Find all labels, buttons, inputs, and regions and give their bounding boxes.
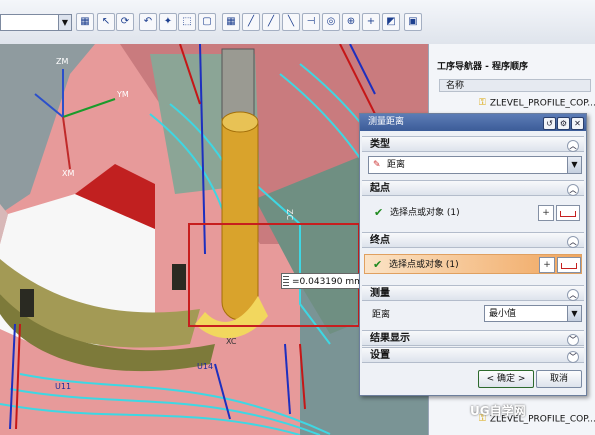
section-type[interactable]: 类型 ︿ xyxy=(362,136,584,152)
label-xc: XC xyxy=(226,337,237,346)
cancel-button[interactable]: 取消 xyxy=(536,370,582,388)
line-icon[interactable]: ╲ xyxy=(282,13,300,31)
type-select[interactable]: ✎ 距离 ▼ xyxy=(368,156,582,174)
rotate-icon[interactable]: ⟳ xyxy=(116,13,134,31)
close-icon[interactable]: ✕ xyxy=(571,117,584,130)
chevron-up-icon[interactable]: ︿ xyxy=(567,289,579,301)
end-point-selector[interactable]: ✔ 选择点或对象 (1) + xyxy=(364,254,582,274)
key-icon: ⚿ xyxy=(479,98,486,108)
watermark: UG自学网 xyxy=(470,404,526,418)
selection-filter-combo[interactable]: ▼ xyxy=(0,14,72,31)
reset-icon[interactable]: ↺ xyxy=(543,117,556,130)
label-ym: YM xyxy=(116,90,129,99)
section-result-display[interactable]: 结果显示 ﹀ xyxy=(362,330,584,346)
list-item[interactable]: ⚿ ZLEVEL_PROFILE_COP... xyxy=(479,98,595,109)
check-icon: ✔ xyxy=(373,258,383,271)
window-icon[interactable]: ▦ xyxy=(76,13,94,31)
chevron-down-icon[interactable]: ﹀ xyxy=(567,351,579,363)
chevron-up-icon[interactable]: ︿ xyxy=(567,184,579,196)
plus-icon[interactable]: + xyxy=(362,13,380,31)
measurement-value: =0.043190 mm xyxy=(292,277,363,287)
point-type-button[interactable] xyxy=(557,257,581,273)
chevron-up-icon[interactable]: ︿ xyxy=(567,236,579,248)
circle-icon[interactable]: ◎ xyxy=(322,13,340,31)
start-point-selector[interactable]: ✔ 选择点或对象 (1) + xyxy=(366,203,580,223)
distance-label: 距离 xyxy=(372,310,391,320)
cursor-icon[interactable]: ↖ xyxy=(97,13,115,31)
section-end[interactable]: 终点 ︿ xyxy=(362,232,584,248)
check-icon: ✔ xyxy=(374,206,384,219)
point-dialog-button[interactable]: + xyxy=(538,205,554,221)
label-u11: U11 xyxy=(55,382,71,391)
column-header-name[interactable]: 名称 xyxy=(439,79,591,92)
navigator-title: 工序导航器 - 程序顺序 xyxy=(437,62,529,72)
label-u14: U14 xyxy=(197,362,213,371)
chevron-down-icon[interactable]: ﹀ xyxy=(567,334,579,346)
measure-distance-dialog: 测量距离 ↺ ⚙ ✕ 类型 ︿ ✎ 距离 ▼ 起点 ︿ ✔ 选择点或对象 (1) + 终点… xyxy=(359,113,587,396)
main-toolbar: ▼ ▦ ↖ ⟳ ↶ ✦ ⬚ ▢ ▦ ╱ ╱ ╲ ⊣ ◎ ⊕ + ◩ ▣ xyxy=(0,0,595,45)
section-settings[interactable]: 设置 ﹀ xyxy=(362,347,584,363)
measurement-tag: =0.043190 mm xyxy=(281,273,366,289)
label-xm: XM xyxy=(62,169,74,178)
point-icon[interactable]: ⊕ xyxy=(342,13,360,31)
point-dialog-button[interactable]: + xyxy=(539,257,555,273)
undo-icon[interactable]: ↶ xyxy=(139,13,157,31)
snap-icon[interactable]: ✦ xyxy=(159,13,177,31)
ok-button[interactable]: < 确定 > xyxy=(478,370,534,388)
chevron-down-icon[interactable]: ▼ xyxy=(567,157,581,173)
label-zc: ZC xyxy=(285,209,294,220)
line-icon[interactable]: ╱ xyxy=(242,13,260,31)
ruler-icon: ✎ xyxy=(373,160,381,170)
distance-option-select[interactable]: 最小值 ▼ xyxy=(484,305,582,322)
chevron-up-icon[interactable]: ︿ xyxy=(567,140,579,152)
plane-icon[interactable]: ◩ xyxy=(382,13,400,31)
label-zm: ZM xyxy=(56,57,68,66)
chevron-down-icon[interactable]: ▼ xyxy=(58,15,71,30)
cutter-body xyxy=(221,118,259,321)
point-type-button[interactable] xyxy=(556,205,580,221)
dialog-title[interactable]: 测量距离 ↺ ⚙ ✕ xyxy=(360,114,586,131)
section-start[interactable]: 起点 ︿ xyxy=(362,180,584,196)
cube-icon[interactable]: ▣ xyxy=(404,13,422,31)
line-icon[interactable]: ╱ xyxy=(262,13,280,31)
chevron-down-icon[interactable]: ▼ xyxy=(567,306,581,321)
section-measure[interactable]: 测量 ︿ xyxy=(362,285,584,301)
drag-handle-icon[interactable] xyxy=(283,276,289,287)
secondary-toolbar xyxy=(300,0,595,14)
arc-icon[interactable]: ⊣ xyxy=(302,13,320,31)
gear-icon[interactable]: ⚙ xyxy=(557,117,570,130)
grid-icon[interactable]: ▦ xyxy=(222,13,240,31)
select-box-icon[interactable]: ⬚ xyxy=(178,13,196,31)
select-box-icon[interactable]: ▢ xyxy=(198,13,216,31)
